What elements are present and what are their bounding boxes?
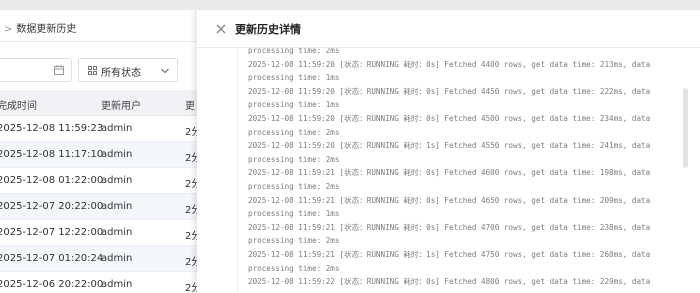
log-line: processing time: 2ms (248, 263, 340, 273)
table-row[interactable]: 2025-12-08 11:17:10 admin 2分 (0, 142, 201, 168)
table-header: 完成时间 更新用户 更 (0, 90, 197, 116)
table-row[interactable]: 2025-12-08 01:22:00 admin 2分 (0, 168, 201, 194)
table-row[interactable]: 2025-12-07 12:22:00 admin 2分 (0, 220, 201, 246)
close-icon[interactable] (214, 22, 228, 36)
cell-update-user: admin (101, 149, 133, 160)
log-line: 2025-12-08 11:59:20 [状态：RUNNING 耗时：0s] F… (248, 59, 651, 69)
cell-update-user: admin (101, 175, 133, 186)
cell-finish-time: 2025-12-08 11:17:10 (0, 149, 104, 160)
log-line: 2025-12-08 11:59:20 [状态：RUNNING 耗时：1s] F… (248, 141, 651, 151)
breadcrumb-separator: > (4, 24, 13, 35)
cell-update-user: admin (101, 227, 133, 238)
log-line: processing time: 2ms (248, 236, 340, 246)
log-line: 2025-12-08 11:59:21 [状态：RUNNING 耗时：0s] F… (248, 222, 651, 232)
status-select-value: 所有状态 (101, 68, 141, 79)
log-line: processing time: 2ms (248, 127, 340, 137)
table-row[interactable]: 2025-12-08 11:59:23 admin 2分 (0, 116, 201, 142)
cell-update-user: admin (101, 201, 133, 212)
top-bar (0, 0, 700, 10)
grid-icon (88, 66, 97, 75)
log-line: processing time: 1ms (248, 73, 340, 83)
cell-finish-time: 2025-12-07 01:20:24 (0, 253, 104, 264)
column-header-finish-time[interactable]: 完成时间 (0, 97, 37, 112)
date-range-input[interactable] (0, 58, 72, 82)
chevron-down-icon (161, 68, 169, 74)
table-row[interactable]: 2025-12-06 20:22:00 admin 2分 (0, 272, 201, 293)
table-row[interactable]: 2025-12-07 01:20:24 admin 2分 (0, 246, 201, 272)
log-line: 2025-12-08 11:59:21 [状态：RUNNING 耗时：0s] F… (248, 168, 651, 178)
log-output[interactable]: processing time: 2ms 2025-12-08 11:59:20 … (237, 48, 667, 293)
table-row[interactable]: 2025-12-07 20:22:00 admin 2分 (0, 194, 201, 220)
breadcrumb: > 数据更新历史 (4, 20, 76, 35)
log-line: processing time: 1ms (248, 209, 340, 219)
cell-finish-time: 2025-12-08 11:59:23 (0, 123, 104, 134)
log-line: processing time: 1ms (248, 100, 340, 110)
cell-update-user: admin (101, 279, 133, 290)
log-line: 2025-12-08 11:59:21 [状态：RUNNING 耗时：0s] F… (248, 195, 651, 205)
column-header-update-user[interactable]: 更新用户 (101, 97, 141, 112)
drawer-header: 更新历史详情 (197, 10, 700, 48)
calendar-icon (54, 65, 64, 75)
log-line: processing time: 2ms (248, 154, 340, 164)
cell-finish-time: 2025-12-07 20:22:00 (0, 201, 104, 212)
log-line: processing time: 2ms (248, 48, 340, 55)
log-line: processing time: 2ms (248, 181, 340, 191)
cell-update-user: admin (101, 123, 133, 134)
cell-finish-time: 2025-12-06 20:22:00 (0, 279, 104, 290)
scrollbar[interactable] (683, 48, 689, 293)
log-line: 2025-12-08 11:59:21 [状态：RUNNING 耗时：1s] F… (248, 249, 651, 259)
log-lines: processing time: 2ms 2025-12-08 11:59:20 … (248, 48, 667, 289)
scrollbar-thumb[interactable] (683, 88, 688, 168)
history-detail-drawer: 更新历史详情 processing time: 2ms 2025-12-08 11… (197, 10, 700, 293)
history-table: 完成时间 更新用户 更 2025-12-08 11:59:23 admin 2分… (0, 90, 201, 293)
log-line: 2025-12-08 11:59:20 [状态：RUNNING 耗时：0s] F… (248, 86, 651, 96)
drawer-title: 更新历史详情 (235, 23, 301, 36)
log-line: 2025-12-08 11:59:22 [状态：RUNNING 耗时：0s] F… (248, 277, 651, 287)
cell-finish-time: 2025-12-08 01:22:00 (0, 175, 104, 186)
cell-update-user: admin (101, 253, 133, 264)
breadcrumb-current[interactable]: 数据更新历史 (16, 24, 76, 35)
log-line: 2025-12-08 11:59:20 [状态：RUNNING 耗时：0s] F… (248, 113, 651, 123)
cell-finish-time: 2025-12-07 12:22:00 (0, 227, 104, 238)
header-divider (0, 41, 197, 42)
status-select[interactable]: 所有状态 (78, 58, 178, 82)
